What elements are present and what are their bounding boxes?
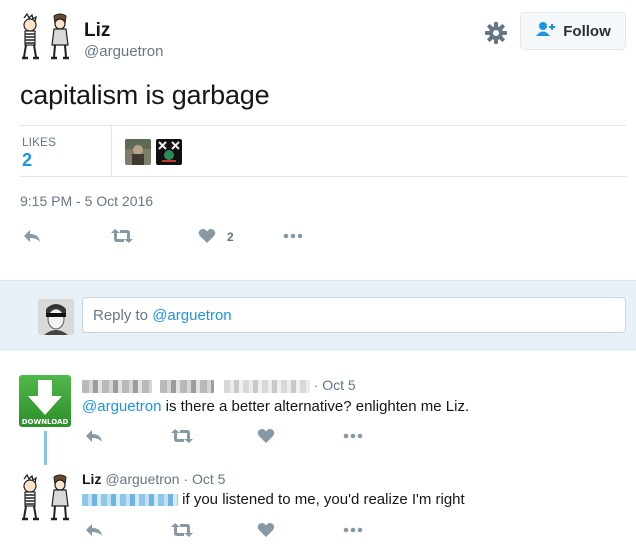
reply-icon[interactable] [84, 428, 104, 449]
follow-button[interactable]: Follow [520, 12, 626, 50]
retweet-icon[interactable] [110, 228, 134, 249]
stats-divider [111, 126, 112, 176]
redacted-name [159, 379, 214, 393]
date-separator: · [183, 471, 192, 487]
follow-person-icon [535, 21, 557, 42]
avatar[interactable] [16, 12, 74, 64]
download-avatar[interactable]: DOWNLOAD [19, 375, 71, 427]
avatar[interactable] [38, 299, 74, 335]
tweet-text: capitalism is garbage [20, 80, 270, 110]
likes-count[interactable]: 2 [22, 150, 32, 171]
more-icon[interactable] [342, 522, 364, 543]
tweet-timestamp[interactable]: 9:15 PM - 5 Oct 2016 [20, 193, 153, 209]
reply-mention: @arguetron [152, 306, 232, 324]
reply-text: @arguetron is there a better alternative… [82, 398, 469, 415]
liker-avatar[interactable] [156, 139, 182, 165]
date-separator: · [313, 377, 323, 393]
reply-display-name[interactable]: Liz [82, 471, 101, 487]
reply-date[interactable]: Oct 5 [192, 471, 225, 487]
screen-name[interactable]: @arguetron [84, 43, 163, 60]
reply-box-section: Reply to @arguetron [0, 280, 636, 350]
gear-icon[interactable] [483, 20, 509, 46]
main-tweet: Liz @arguetron Follow capitalism is garb… [0, 0, 636, 280]
heart-icon[interactable] [257, 522, 275, 543]
like-count: 2 [227, 230, 234, 244]
liker-avatar[interactable] [125, 139, 151, 165]
thread-line [44, 431, 47, 465]
redacted-mention [82, 494, 178, 507]
reply-text: if you listened to me, you'd realize I'm… [82, 491, 465, 508]
reply-input[interactable]: Reply to @arguetron [82, 297, 626, 333]
reply-handle[interactable]: @arguetron [105, 471, 179, 487]
heart-icon[interactable] [257, 428, 275, 449]
reply-tweet[interactable]: DOWNLOAD · Oct 5 @arguetron is there a b… [0, 351, 636, 465]
more-icon[interactable] [282, 228, 304, 249]
download-label: DOWNLOAD [21, 418, 69, 426]
reply-header: · Oct 5 [82, 377, 356, 393]
heart-icon[interactable] [198, 228, 216, 249]
reply-body: if you listened to me, you'd realize I'm… [182, 491, 465, 508]
follow-label: Follow [563, 22, 611, 40]
reply-tweet[interactable]: Liz @arguetron · Oct 5 if you listened t… [0, 461, 636, 549]
reply-icon[interactable] [84, 522, 104, 543]
likes-label[interactable]: LIKES [22, 135, 56, 149]
reply-mention[interactable]: @arguetron [82, 398, 161, 415]
reply-prefix: Reply to [93, 306, 149, 324]
tweet-stats: LIKES 2 [20, 125, 626, 177]
more-icon[interactable] [342, 428, 364, 449]
redacted-name [82, 379, 152, 393]
reply-date[interactable]: Oct 5 [322, 377, 355, 393]
retweet-icon[interactable] [170, 428, 194, 449]
reply-icon[interactable] [22, 228, 42, 249]
display-name[interactable]: Liz [84, 20, 110, 42]
avatar[interactable] [16, 473, 74, 525]
retweet-icon[interactable] [170, 522, 194, 543]
redacted-handle [223, 379, 310, 393]
reply-header: Liz @arguetron · Oct 5 [82, 471, 225, 487]
reply-body: is there a better alternative? enlighten… [161, 398, 470, 415]
